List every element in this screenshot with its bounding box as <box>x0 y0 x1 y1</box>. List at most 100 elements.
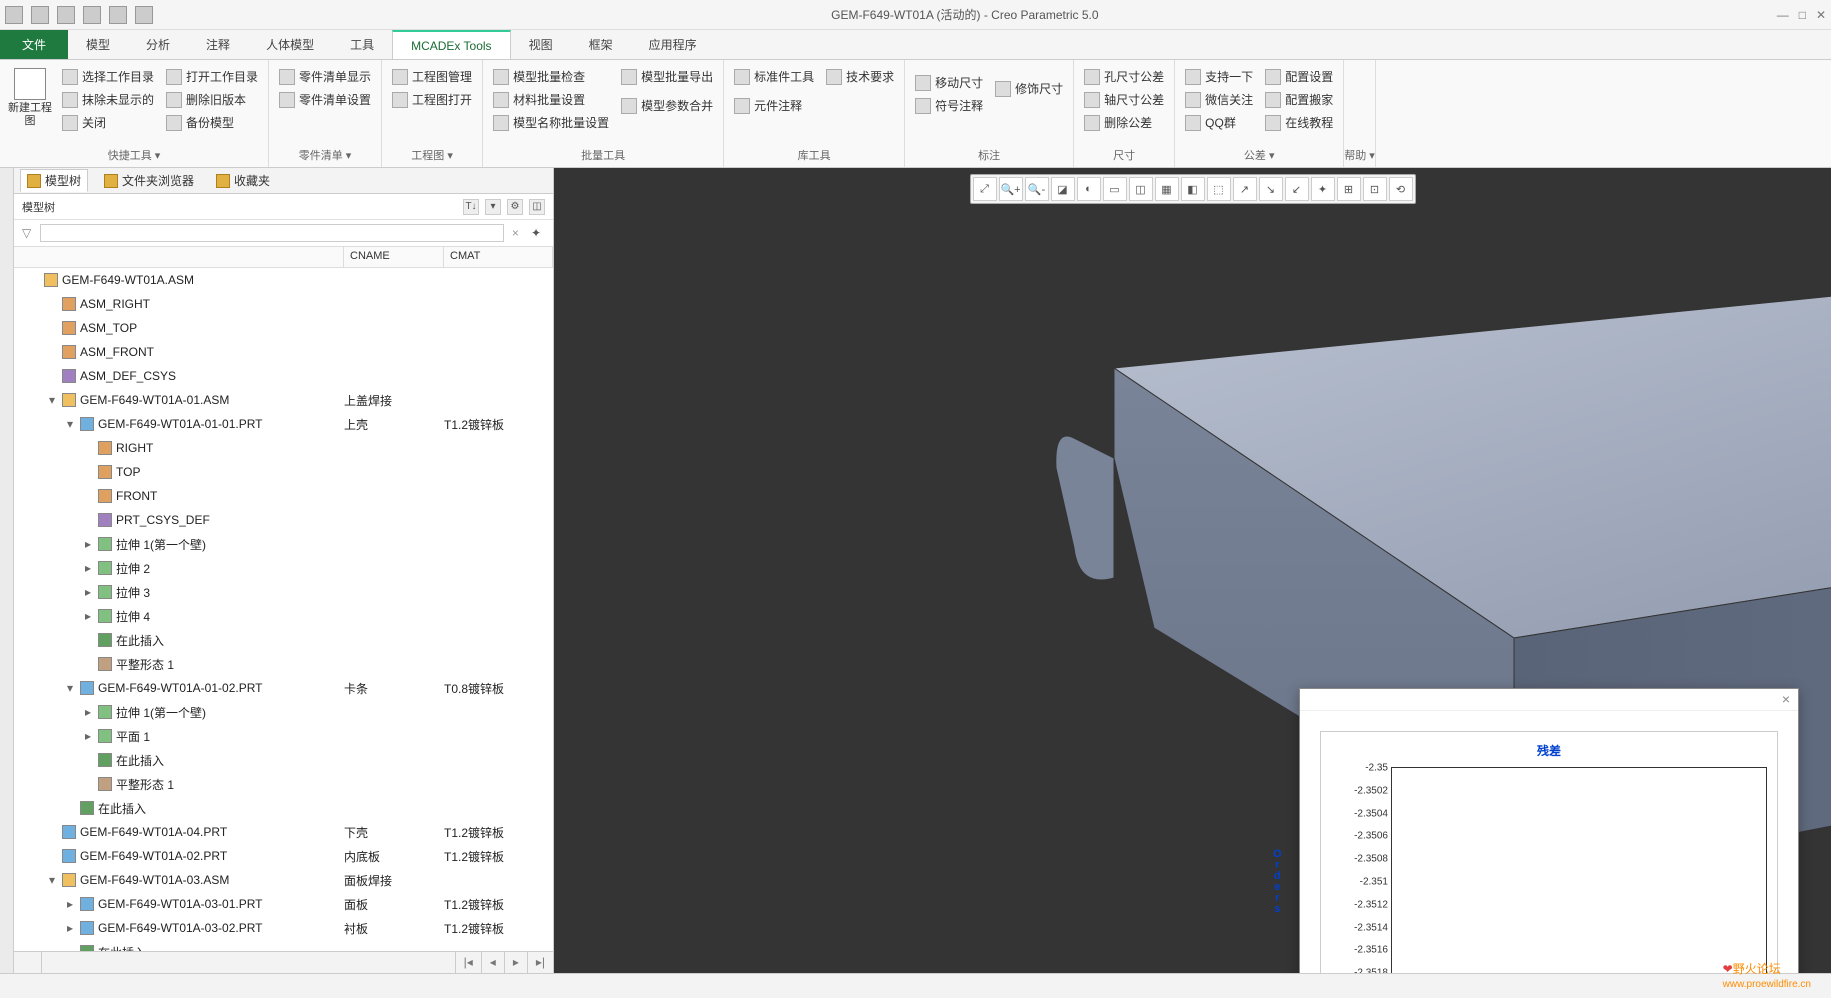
ribbon-smallbtn[interactable]: 支持一下 <box>1185 66 1253 87</box>
ribbon-smallbtn[interactable]: 模型批量导出 <box>621 66 713 87</box>
tree-row[interactable]: ASM_TOP <box>14 316 553 340</box>
maximize-icon[interactable]: □ <box>1799 8 1806 22</box>
bottom-arrow[interactable]: ▸ <box>504 952 527 973</box>
sidebar-tab-1[interactable]: 文件夹浏览器 <box>98 170 200 191</box>
ribbon-smallbtn[interactable]: 配置设置 <box>1265 66 1333 87</box>
tree-row[interactable]: GEM-F649-WT01A-04.PRT下壳T1.2镀锌板 <box>14 820 553 844</box>
tree-tool-1-icon[interactable]: T↓ <box>463 199 479 215</box>
tree-row[interactable]: ▾GEM-F649-WT01A-03.ASM面板焊接 <box>14 868 553 892</box>
menu-item-2[interactable]: 注释 <box>188 30 248 59</box>
bottom-arrow[interactable]: |◂ <box>455 952 481 973</box>
sidebar-tab-0[interactable]: 模型树 <box>20 169 88 192</box>
tree-row[interactable]: GEM-F649-WT01A-02.PRT内底板T1.2镀锌板 <box>14 844 553 868</box>
tree-tool-2-icon[interactable]: ▾ <box>485 199 501 215</box>
tree-tool-3-icon[interactable]: ⚙ <box>507 199 523 215</box>
ribbon-bigbtn[interactable]: 新建工程 图 <box>4 64 56 141</box>
tree-search-input[interactable] <box>40 224 504 242</box>
tree-row[interactable]: ▾GEM-F649-WT01A-01-01.PRT上壳T1.2镀锌板 <box>14 412 553 436</box>
ribbon-smallbtn[interactable]: 元件注释 <box>734 95 814 116</box>
ribbon-smallbtn[interactable]: 模型名称批量设置 <box>493 112 609 133</box>
expander-icon[interactable]: ▸ <box>64 897 76 911</box>
view-tool-9-icon[interactable]: ⬚ <box>1207 177 1231 201</box>
tree-row[interactable]: PRT_CSYS_DEF <box>14 508 553 532</box>
view-tool-5-icon[interactable]: ▭ <box>1103 177 1127 201</box>
3d-viewport[interactable]: ⤢🔍+🔍-◪◐▭◫▦◧⬚↗↘↙✦⊞⊡⟲ <box>554 168 1831 973</box>
tree-row[interactable]: ▸拉伸 1(第一个壁) <box>14 532 553 556</box>
ribbon-smallbtn[interactable]: 技术要求 <box>826 66 894 87</box>
ribbon-smallbtn[interactable]: 零件清单显示 <box>279 66 371 87</box>
ribbon-smallbtn[interactable]: 轴尺寸公差 <box>1084 89 1164 110</box>
ribbon-smallbtn[interactable]: 打开工作目录 <box>166 66 258 87</box>
sidebar-tab-2[interactable]: 收藏夹 <box>210 170 276 191</box>
bottom-arrow[interactable]: ▸| <box>527 952 553 973</box>
search-add-icon[interactable]: ✦ <box>527 226 545 240</box>
view-tool-2-icon[interactable]: 🔍- <box>1025 177 1049 201</box>
ribbon-smallbtn[interactable]: 零件清单设置 <box>279 89 371 110</box>
ribbon-smallbtn[interactable]: 工程图打开 <box>392 89 472 110</box>
qat-undo-icon[interactable] <box>31 6 49 24</box>
tree-row[interactable]: ASM_RIGHT <box>14 292 553 316</box>
tree-row[interactable]: ▸拉伸 1(第一个壁) <box>14 700 553 724</box>
tree-row[interactable]: 在此插入 <box>14 940 553 951</box>
expander-icon[interactable]: ▸ <box>64 921 76 935</box>
ribbon-smallbtn[interactable]: 修饰尺寸 <box>995 78 1063 99</box>
tree-row[interactable]: FRONT <box>14 484 553 508</box>
expander-icon[interactable]: ▾ <box>46 393 58 407</box>
tree-row[interactable]: ▸GEM-F649-WT01A-03-02.PRT衬板T1.2镀锌板 <box>14 916 553 940</box>
menu-item-6[interactable]: 视图 <box>511 30 571 59</box>
view-tool-13-icon[interactable]: ✦ <box>1311 177 1335 201</box>
dialog-close-icon[interactable]: × <box>1782 691 1790 708</box>
ribbon-smallbtn[interactable]: QQ群 <box>1185 112 1253 133</box>
qat-redo-icon[interactable] <box>57 6 75 24</box>
expander-icon[interactable]: ▾ <box>64 681 76 695</box>
menu-file[interactable]: 文件 <box>0 30 68 59</box>
qat-close-icon[interactable] <box>135 6 153 24</box>
tree-row[interactable]: 平整形态 1 <box>14 772 553 796</box>
tree-row[interactable]: ▾GEM-F649-WT01A-01-02.PRT卡条T0.8镀锌板 <box>14 676 553 700</box>
view-tool-14-icon[interactable]: ⊞ <box>1337 177 1361 201</box>
expander-icon[interactable]: ▸ <box>82 609 94 623</box>
tree-row[interactable]: TOP <box>14 460 553 484</box>
expander-icon[interactable]: ▸ <box>82 585 94 599</box>
menu-item-4[interactable]: 工具 <box>332 30 392 59</box>
menu-item-1[interactable]: 分析 <box>128 30 188 59</box>
view-tool-16-icon[interactable]: ⟲ <box>1389 177 1413 201</box>
ribbon-smallbtn[interactable]: 关闭 <box>62 112 154 133</box>
qat-regen-icon[interactable] <box>83 6 101 24</box>
tree-row[interactable]: ▸拉伸 4 <box>14 604 553 628</box>
menu-item-0[interactable]: 模型 <box>68 30 128 59</box>
view-tool-1-icon[interactable]: 🔍+ <box>999 177 1023 201</box>
expander-icon[interactable]: ▾ <box>64 417 76 431</box>
tree-row[interactable]: 在此插入 <box>14 748 553 772</box>
tree-row[interactable]: 在此插入 <box>14 628 553 652</box>
ribbon-smallbtn[interactable]: 移动尺寸 <box>915 72 983 93</box>
tree-row[interactable]: ▸拉伸 3 <box>14 580 553 604</box>
ribbon-smallbtn[interactable]: 删除旧版本 <box>166 89 258 110</box>
menu-item-3[interactable]: 人体模型 <box>248 30 332 59</box>
menu-item-8[interactable]: 应用程序 <box>631 30 715 59</box>
ribbon-smallbtn[interactable]: 抹除未显示的 <box>62 89 154 110</box>
menu-item-5[interactable]: MCADEx Tools <box>392 30 510 59</box>
tree-row[interactable]: ▾GEM-F649-WT01A-01.ASM上盖焊接 <box>14 388 553 412</box>
tree-row[interactable]: ▸GEM-F649-WT01A-03-01.PRT面板T1.2镀锌板 <box>14 892 553 916</box>
tree-row[interactable]: 在此插入 <box>14 796 553 820</box>
ribbon-smallbtn[interactable]: 模型批量检查 <box>493 66 609 87</box>
qat-save-icon[interactable] <box>5 6 23 24</box>
ribbon-smallbtn[interactable]: 标准件工具 <box>734 66 814 87</box>
close-icon[interactable]: ✕ <box>1816 8 1826 22</box>
expander-icon[interactable]: ▾ <box>46 873 58 887</box>
view-tool-10-icon[interactable]: ↗ <box>1233 177 1257 201</box>
tree-tool-4-icon[interactable]: ◫ <box>529 199 545 215</box>
view-tool-7-icon[interactable]: ▦ <box>1155 177 1179 201</box>
qat-windows-icon[interactable] <box>109 6 127 24</box>
ribbon-smallbtn[interactable]: 工程图管理 <box>392 66 472 87</box>
view-tool-4-icon[interactable]: ◐ <box>1077 177 1101 201</box>
tree-row[interactable]: RIGHT <box>14 436 553 460</box>
view-tool-11-icon[interactable]: ↘ <box>1259 177 1283 201</box>
ribbon-smallbtn[interactable]: 配置搬家 <box>1265 89 1333 110</box>
view-tool-0-icon[interactable]: ⤢ <box>973 177 997 201</box>
ribbon-smallbtn[interactable]: 选择工作目录 <box>62 66 154 87</box>
filter-icon[interactable]: ▽ <box>22 226 36 240</box>
ribbon-smallbtn[interactable]: 备份模型 <box>166 112 258 133</box>
ribbon-smallbtn[interactable]: 微信关注 <box>1185 89 1253 110</box>
